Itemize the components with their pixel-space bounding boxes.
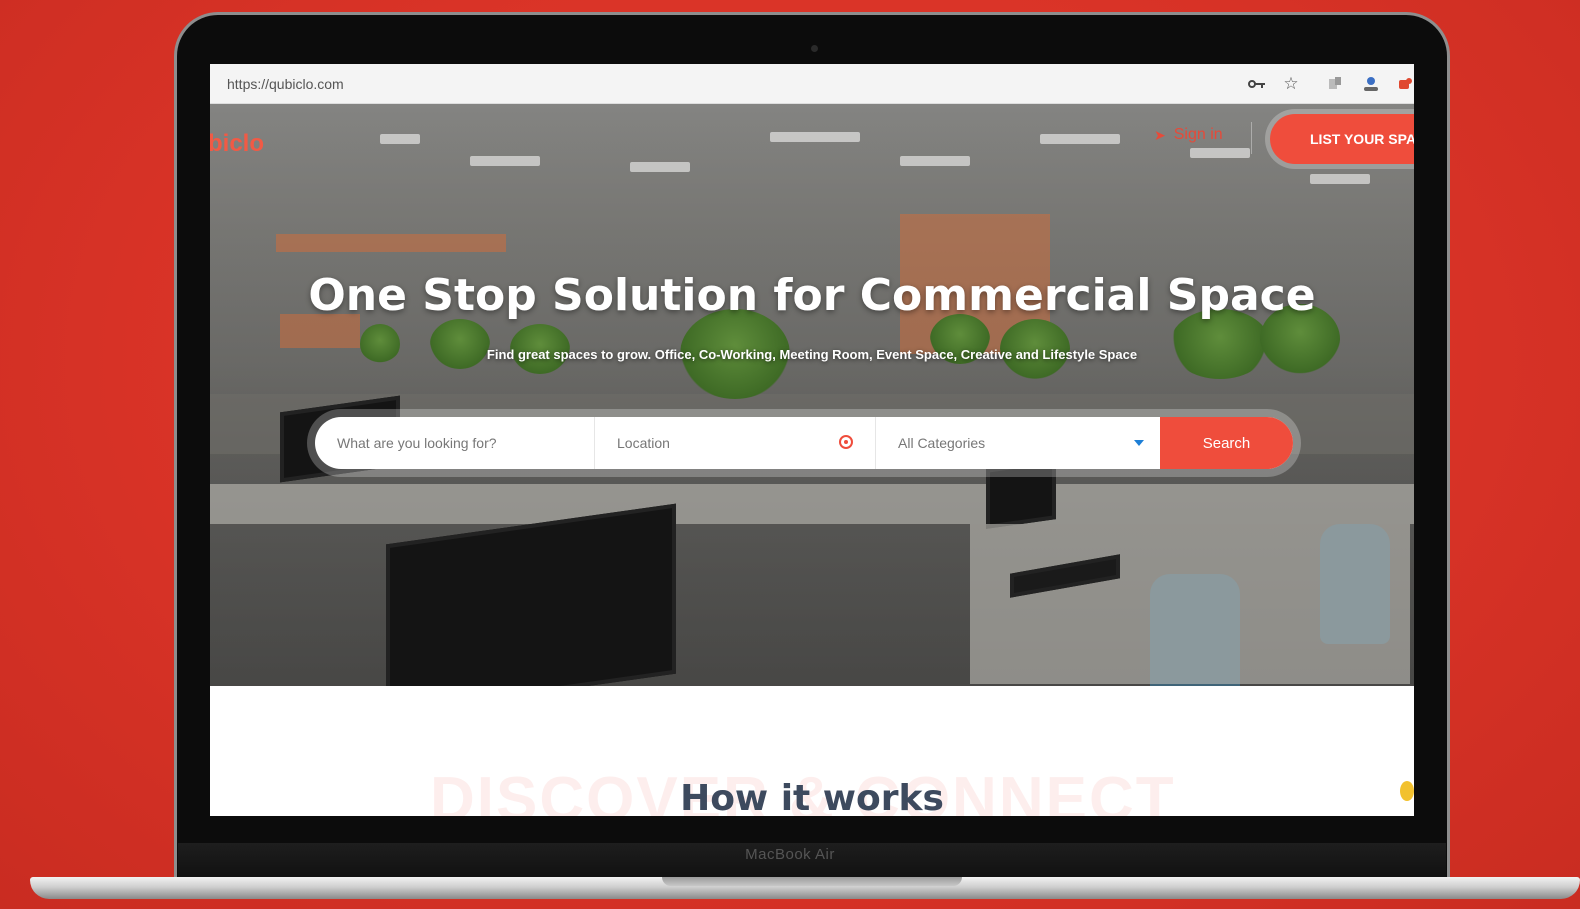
decorative-shape [1400, 781, 1414, 801]
category-value: All Categories [898, 435, 986, 451]
browser-screen: https://qubiclo.com ☆ biclo ➤ Sign in LI… [210, 64, 1414, 816]
extension-icon[interactable] [1324, 73, 1346, 95]
locate-icon[interactable] [839, 435, 853, 449]
browser-toolbar: https://qubiclo.com ☆ [210, 64, 1414, 104]
star-icon[interactable]: ☆ [1280, 73, 1302, 95]
nav-divider [1251, 122, 1252, 154]
search-button[interactable]: Search [1160, 417, 1293, 469]
sign-in-link[interactable]: ➤ Sign in [1154, 126, 1223, 144]
camera-icon [811, 45, 818, 52]
device-label: MacBook Air [745, 846, 835, 863]
laptop-notch [662, 877, 962, 886]
puzzle-icon[interactable] [1394, 73, 1414, 95]
category-select[interactable]: All Categories [876, 417, 1160, 469]
section-title: How it works [680, 778, 944, 816]
site-logo[interactable]: biclo [210, 130, 264, 158]
profile-icon[interactable] [1360, 73, 1382, 95]
chevron-down-icon [1134, 440, 1144, 446]
sign-in-label: Sign in [1173, 126, 1223, 143]
hero-title: One Stop Solution for Commercial Space [308, 270, 1316, 321]
location-placeholder: Location [617, 435, 670, 451]
address-bar[interactable]: https://qubiclo.com [227, 76, 344, 92]
keyword-input[interactable]: What are you looking for? [315, 417, 595, 469]
search-form: What are you looking for? Location All C… [315, 417, 1293, 469]
location-input[interactable]: Location [595, 417, 876, 469]
sign-in-icon: ➤ [1154, 126, 1166, 143]
list-your-space-button[interactable]: LIST YOUR SPA [1270, 114, 1414, 164]
key-icon[interactable] [1246, 73, 1268, 95]
hero-subtitle: Find great spaces to grow. Office, Co-Wo… [486, 347, 1138, 362]
how-it-works-section: DISCOVER & CONNECT How it works [210, 686, 1414, 816]
hero-section: biclo ➤ Sign in LIST YOUR SPA One Stop S… [210, 104, 1414, 686]
search-bar: What are you looking for? Location All C… [307, 409, 1301, 477]
